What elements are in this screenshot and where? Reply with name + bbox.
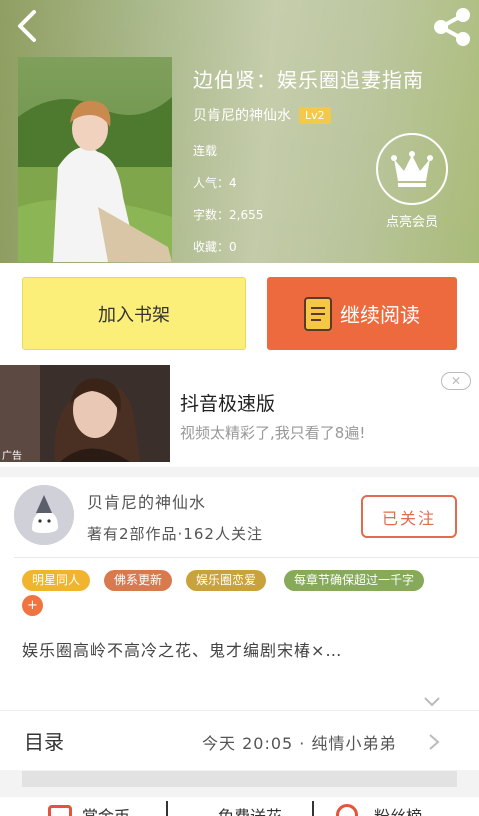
tag-item[interactable]: 明星同人 [22, 570, 91, 591]
author-line[interactable]: 贝肯尼的神仙水 Lv2 [193, 104, 331, 126]
continue-reading-label: 继续阅读 [340, 303, 420, 327]
latest-chapter: 今天 20:05 · 纯情小弟弟 [202, 734, 397, 753]
chevron-down-icon[interactable] [424, 697, 440, 707]
popularity: 人气：4 [193, 176, 237, 190]
tag-item[interactable]: 每章节确保超过一千字 [284, 570, 425, 591]
ad-title: 抖音极速版 [180, 393, 276, 415]
ranking-icon [336, 804, 358, 816]
writer-name[interactable]: 贝肯尼的神仙水 [87, 489, 206, 513]
book-header: 边伯贤：娱乐圈追妻指南 贝肯尼的神仙水 Lv2 连载 人气：4 字数：2,655… [0, 0, 479, 263]
toc-label: 目录 [24, 730, 64, 754]
info-panel: 贝肯尼的神仙水 著有2部作品·162人关注 已关注 明星同人 佛系更新 娱乐圈恋… [0, 467, 479, 816]
ad-tag: 广告 [2, 451, 22, 462]
separator-bar [22, 771, 457, 787]
back-button[interactable] [10, 6, 50, 46]
book-cover[interactable] [18, 57, 172, 262]
vip-label: 点亮会员 [385, 215, 438, 230]
close-icon: ✕ [450, 374, 462, 388]
fan-ranking-button[interactable]: 粉丝榜 [336, 803, 422, 816]
book-intro[interactable]: 娱乐圈高岭不高冷之花、鬼才编剧宋椿×… [22, 637, 452, 665]
chevron-left-icon [18, 10, 36, 42]
crown-icon [391, 151, 433, 187]
ad-image[interactable]: 广告 [0, 365, 170, 462]
share-button[interactable] [429, 6, 475, 48]
author-card: 贝肯尼的神仙水 著有2部作品·162人关注 已关注 明星同人 佛系更新 娱乐圈恋… [0, 477, 479, 717]
ad-description: 视频太精彩了,我只看了8遍! [180, 424, 366, 442]
favorites-count: 收藏：0 [193, 240, 237, 254]
divider [166, 801, 168, 816]
divider [312, 801, 314, 816]
send-flowers-button[interactable]: 免费送花 [218, 803, 282, 816]
chevron-right-icon [429, 734, 440, 750]
vip-button[interactable]: 点亮会员 [375, 133, 449, 233]
fan-ranking-label: 粉丝榜 [374, 803, 422, 816]
book-icon [304, 296, 332, 331]
action-bar: 加入书架 继续阅读 [0, 263, 479, 363]
follow-button[interactable]: 已关注 [361, 495, 457, 538]
serial-status: 连载 [193, 144, 218, 158]
bottom-actions: 赏金币 免费送花 粉丝榜 [0, 797, 479, 816]
add-to-shelf-button[interactable]: 加入书架 [22, 277, 246, 350]
word-count: 字数：2,655 [193, 208, 264, 222]
divider [14, 557, 479, 558]
writer-stats: 著有2部作品·162人关注 [87, 525, 263, 543]
ad-close-button[interactable]: ✕ [441, 372, 471, 390]
vip-circle [376, 133, 448, 205]
share-icon [434, 8, 470, 46]
tag-item[interactable]: 佛系更新 [104, 570, 173, 591]
coin-icon [48, 805, 72, 816]
level-badge: Lv2 [299, 106, 331, 124]
ad-banner[interactable]: 广告 抖音极速版 视频太精彩了,我只看了8遍! ✕ [0, 365, 479, 465]
send-flowers-label: 免费送花 [218, 803, 282, 816]
tag-item[interactable]: 娱乐圈恋爱 [186, 570, 267, 591]
add-tag-button[interactable]: + [22, 595, 43, 616]
continue-reading-button[interactable]: 继续阅读 [267, 277, 457, 350]
avatar[interactable] [14, 485, 74, 545]
author-name[interactable]: 贝肯尼的神仙水 [193, 105, 291, 125]
tip-coins-button[interactable]: 赏金币 [48, 803, 130, 816]
book-title: 边伯贤：娱乐圈追妻指南 [193, 68, 424, 92]
tip-coins-label: 赏金币 [82, 803, 130, 816]
table-of-contents-row[interactable]: 目录 今天 20:05 · 纯情小弟弟 [0, 710, 479, 770]
